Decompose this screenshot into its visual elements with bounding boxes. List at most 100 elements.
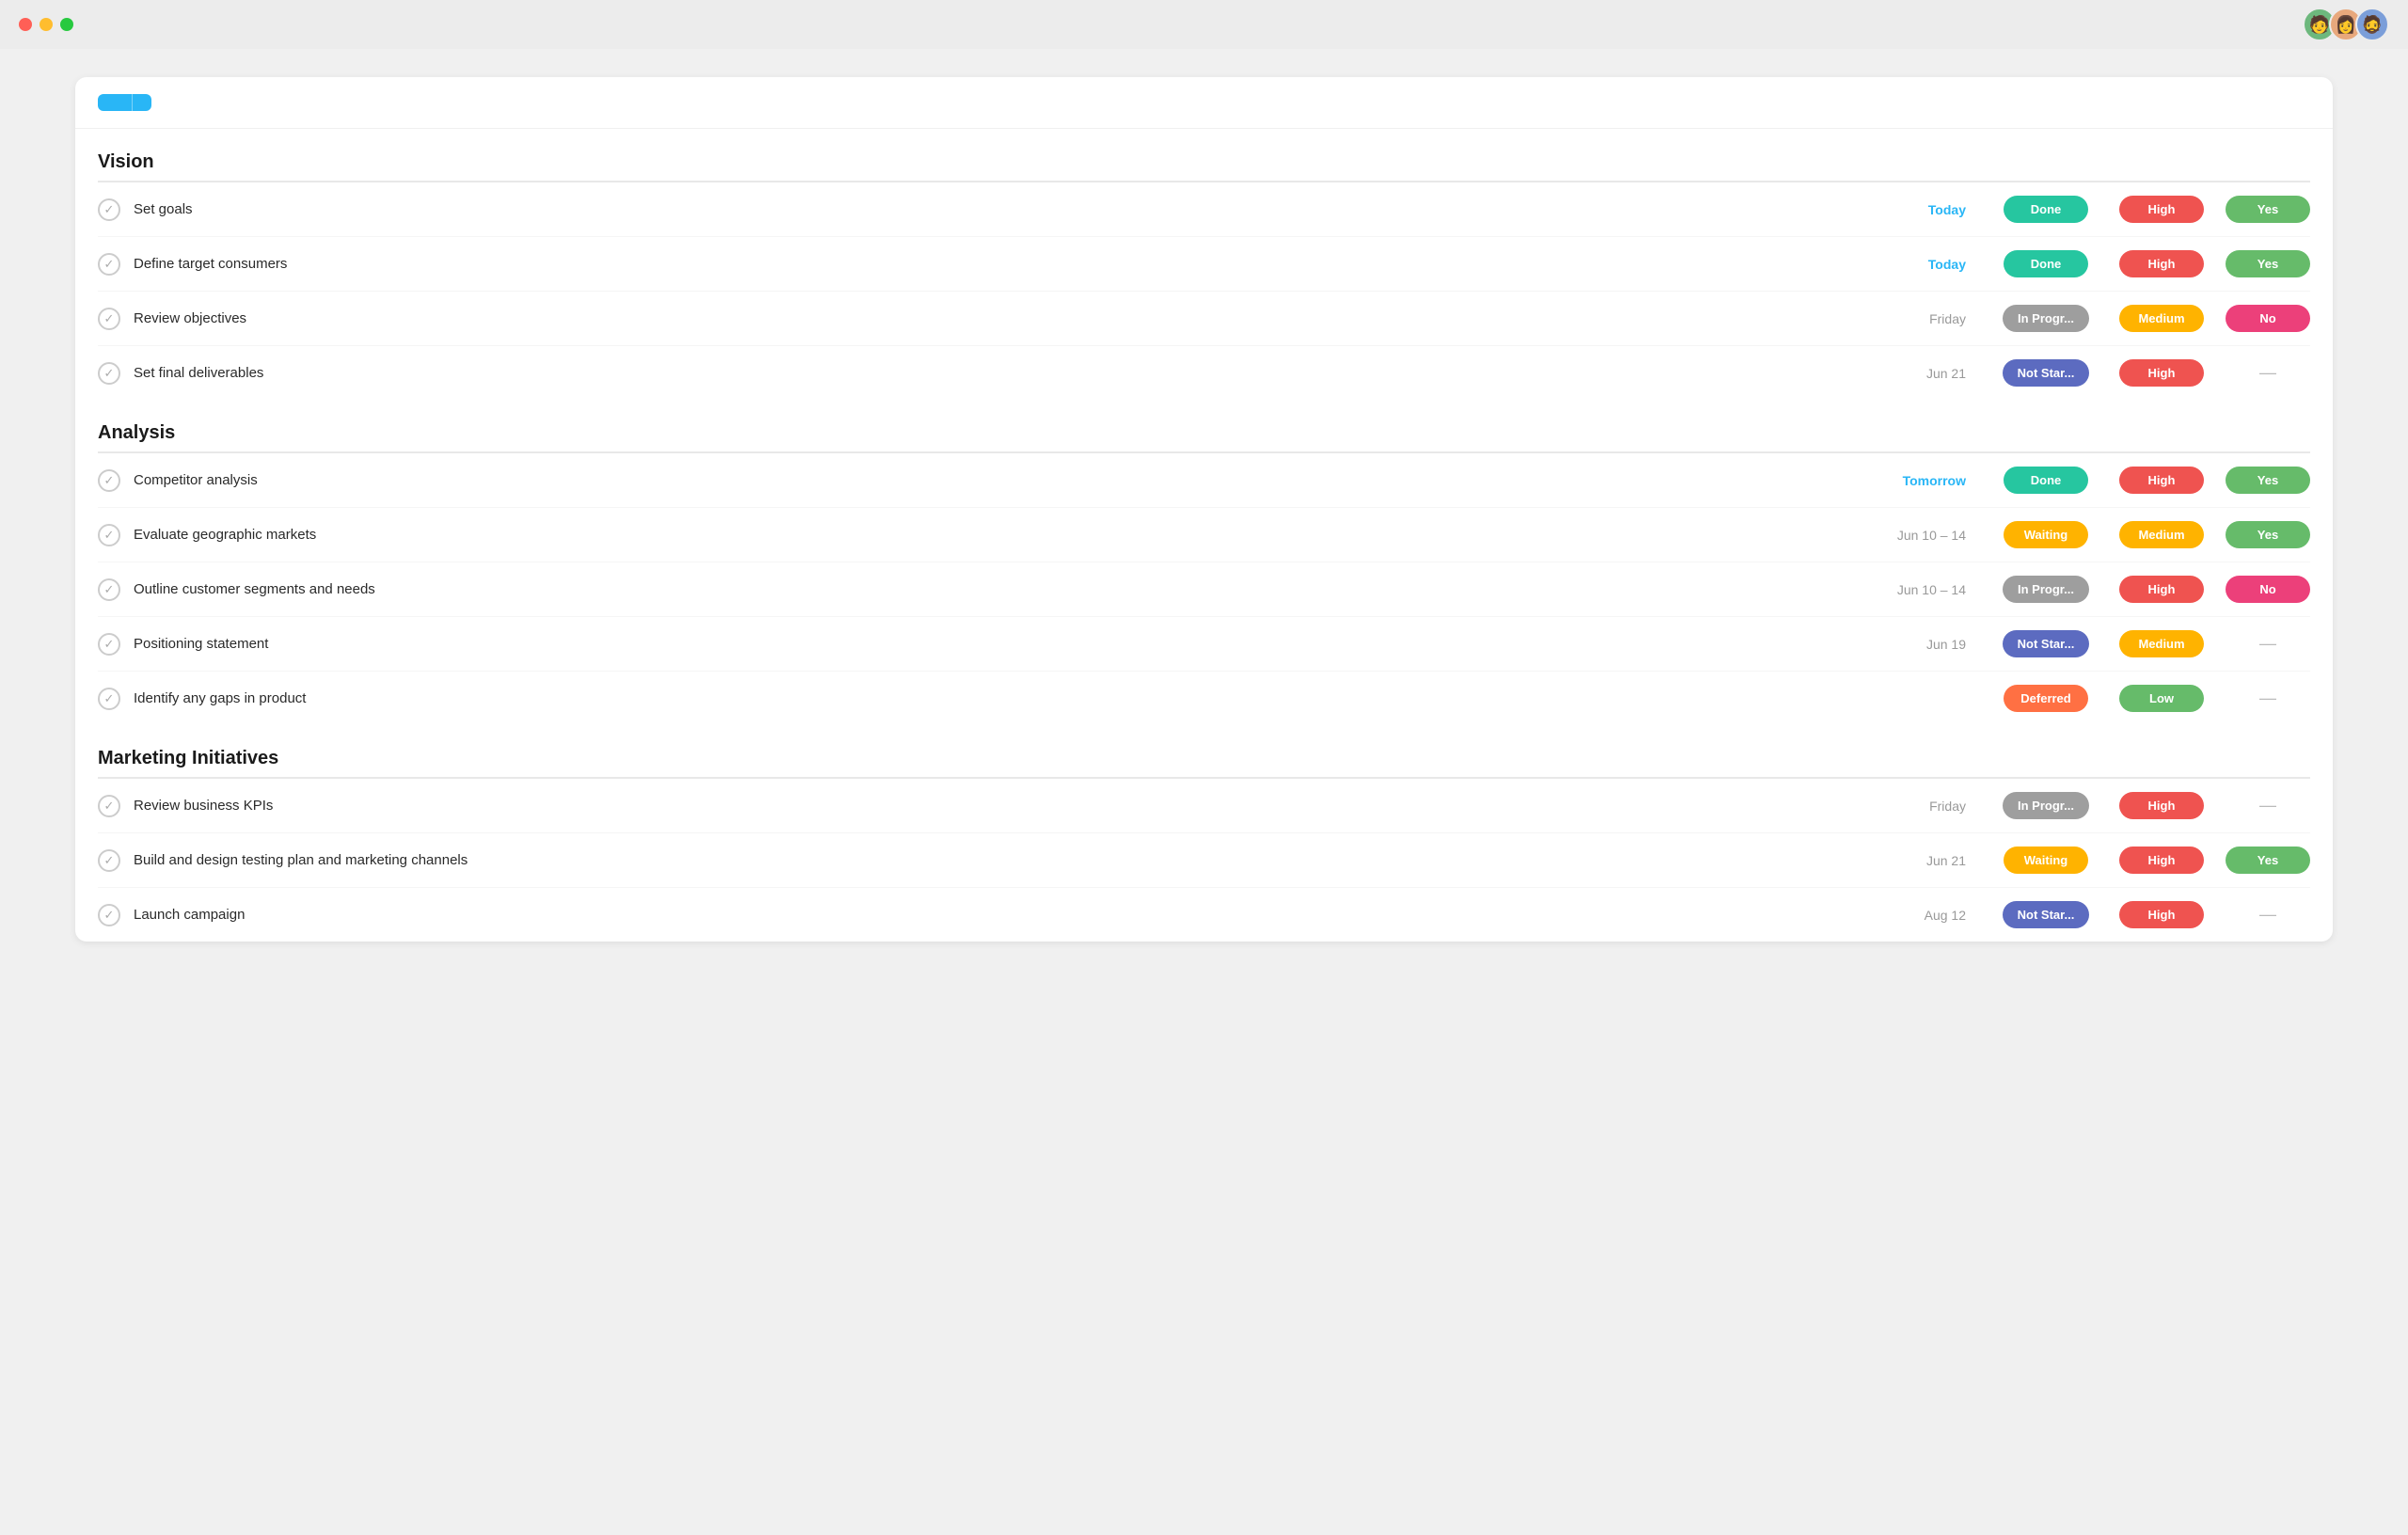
task-priority[interactable]: High [2115, 359, 2209, 387]
task-status[interactable]: Waiting [1994, 521, 2098, 548]
avatar-group: 🧑 👩 🧔 [2303, 8, 2389, 41]
priority-badge: High [2119, 847, 2204, 874]
task-date: Friday [1853, 311, 1966, 326]
task-check-icon[interactable]: ✓ [98, 688, 120, 710]
approved-badge: Yes [2226, 196, 2310, 223]
task-approved[interactable]: — [2226, 905, 2310, 925]
task-priority[interactable]: High [2115, 467, 2209, 494]
task-priority[interactable]: Low [2115, 685, 2209, 712]
task-row[interactable]: ✓Set goalsTodayDoneHighYes [98, 182, 2310, 237]
task-approved[interactable]: No [2226, 305, 2310, 332]
task-check-icon[interactable]: ✓ [98, 469, 120, 492]
status-badge: Done [2004, 467, 2088, 494]
task-row[interactable]: ✓ Identify any gaps in product Deferred Low… [98, 672, 2310, 725]
task-approved[interactable]: — [2226, 363, 2310, 383]
section-2: Marketing Initiatives✓Review business KP… [75, 725, 2333, 942]
task-status[interactable]: Not Star... [1994, 359, 2098, 387]
task-status[interactable]: Deferred [1994, 685, 2098, 712]
priority-badge: Low [2119, 685, 2204, 712]
task-priority[interactable]: High [2115, 792, 2209, 819]
task-priority[interactable]: High [2115, 576, 2209, 603]
task-priority[interactable]: High [2115, 901, 2209, 928]
task-priority[interactable]: High [2115, 196, 2209, 223]
approved-badge: No [2226, 576, 2310, 603]
priority-badge: High [2119, 576, 2204, 603]
task-check-icon[interactable]: ✓ [98, 362, 120, 385]
task-date: Tomorrow [1853, 473, 1966, 488]
task-row[interactable]: ✓ Competitor analysisTomorrow Done High Yes [98, 453, 2310, 508]
task-status[interactable]: Waiting [1994, 847, 2098, 874]
status-badge: Not Star... [2003, 359, 2090, 387]
task-name: Launch campaign [134, 907, 1853, 923]
task-date: Jun 21 [1853, 366, 1966, 381]
task-row[interactable]: ✓Evaluate geographic marketsJun 10 – 14W… [98, 508, 2310, 562]
task-status[interactable]: Done [1994, 250, 2098, 277]
task-row[interactable]: ✓Build and design testing plan and marke… [98, 833, 2310, 888]
maximize-button[interactable] [60, 18, 73, 31]
task-approved[interactable]: Yes [2226, 521, 2310, 548]
task-check-icon[interactable]: ✓ [98, 524, 120, 546]
task-status[interactable]: In Progr... [1994, 792, 2098, 819]
main-content: Vision✓Set goalsTodayDoneHighYes✓Define … [0, 49, 2408, 970]
task-name: Set goals [134, 201, 1853, 217]
task-name: Competitor analysis [134, 472, 1853, 488]
task-approved[interactable]: Yes [2226, 196, 2310, 223]
task-check-icon[interactable]: ✓ [98, 253, 120, 276]
task-approved[interactable]: Yes [2226, 847, 2310, 874]
task-priority[interactable]: Medium [2115, 630, 2209, 657]
task-status[interactable]: Not Star... [1994, 630, 2098, 657]
task-approved[interactable]: Yes [2226, 467, 2310, 494]
approved-badge: — [2259, 634, 2276, 654]
task-row[interactable]: ✓ Review objectivesFriday In Progr... Mediu… [98, 292, 2310, 346]
task-status[interactable]: In Progr... [1994, 305, 2098, 332]
add-task-dropdown-button[interactable] [132, 94, 151, 111]
task-row[interactable]: ✓Launch campaignAug 12Not Star...High— [98, 888, 2310, 942]
priority-badge: Medium [2119, 305, 2204, 332]
task-check-icon[interactable]: ✓ [98, 849, 120, 872]
task-name: Review objectives [134, 310, 1853, 326]
approved-badge: — [2259, 688, 2276, 708]
task-status[interactable]: Done [1994, 467, 2098, 494]
task-check-icon[interactable]: ✓ [98, 904, 120, 926]
task-priority[interactable]: Medium [2115, 521, 2209, 548]
priority-badge: High [2119, 250, 2204, 277]
task-name: Identify any gaps in product [134, 690, 1853, 706]
task-priority[interactable]: Medium [2115, 305, 2209, 332]
task-row[interactable]: ✓Set final deliverablesJun 21Not Star...… [98, 346, 2310, 400]
status-badge: Not Star... [2003, 630, 2090, 657]
task-status[interactable]: Done [1994, 196, 2098, 223]
approved-badge: — [2259, 796, 2276, 815]
task-check-icon[interactable]: ✓ [98, 308, 120, 330]
task-row[interactable]: ✓Positioning statementJun 19Not Star...M… [98, 617, 2310, 672]
status-badge: Done [2004, 196, 2088, 223]
task-status[interactable]: Not Star... [1994, 901, 2098, 928]
approved-badge: — [2259, 363, 2276, 383]
add-task-button[interactable] [98, 94, 132, 111]
task-approved[interactable]: — [2226, 634, 2310, 654]
task-row[interactable]: ✓Define target consumersTodayDoneHighYes [98, 237, 2310, 292]
minimize-button[interactable] [40, 18, 53, 31]
task-approved[interactable]: Yes [2226, 250, 2310, 277]
sections-container: Vision✓Set goalsTodayDoneHighYes✓Define … [75, 129, 2333, 942]
task-row[interactable]: ✓Review business KPIsFridayIn Progr...Hi… [98, 779, 2310, 833]
section-header-1: Analysis [98, 400, 2310, 453]
task-check-icon[interactable]: ✓ [98, 795, 120, 817]
task-priority[interactable]: High [2115, 250, 2209, 277]
task-date: Jun 10 – 14 [1853, 582, 1966, 597]
task-approved[interactable]: — [2226, 688, 2310, 708]
task-approved[interactable]: No [2226, 576, 2310, 603]
task-check-icon[interactable]: ✓ [98, 578, 120, 601]
task-name: Positioning statement [134, 636, 1853, 652]
title-bar: 🧑 👩 🧔 [0, 0, 2408, 49]
priority-badge: High [2119, 901, 2204, 928]
task-check-icon[interactable]: ✓ [98, 198, 120, 221]
task-check-icon[interactable]: ✓ [98, 633, 120, 656]
task-status[interactable]: In Progr... [1994, 576, 2098, 603]
close-button[interactable] [19, 18, 32, 31]
status-badge: Done [2004, 250, 2088, 277]
task-row[interactable]: ✓Outline customer segments and needsJun … [98, 562, 2310, 617]
task-priority[interactable]: High [2115, 847, 2209, 874]
task-name: Define target consumers [134, 256, 1853, 272]
task-approved[interactable]: — [2226, 796, 2310, 815]
approved-badge: Yes [2226, 847, 2310, 874]
